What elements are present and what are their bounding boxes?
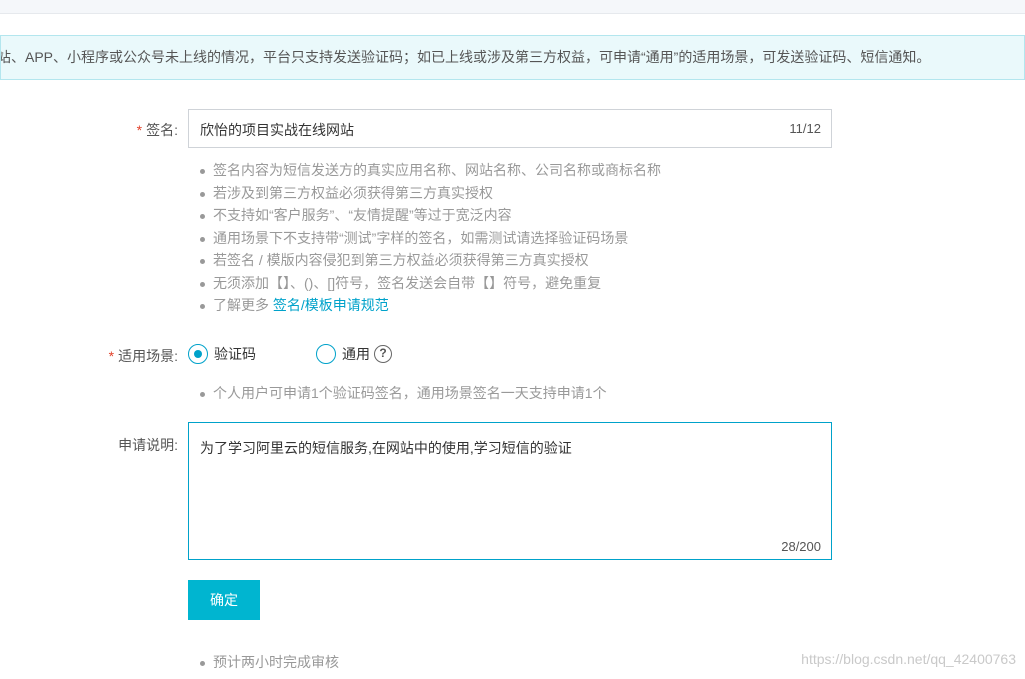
description-label-wrap: 申请说明:: [118, 435, 178, 455]
csdn-watermark: https://blog.csdn.net/qq_42400763: [801, 651, 1016, 667]
more-prefix: 了解更多: [213, 297, 273, 313]
signature-char-counter: 11/12: [789, 121, 821, 136]
signature-input[interactable]: 欣怡的项目实战在线网站 11/12: [188, 109, 832, 148]
description-char-counter: 28/200: [781, 539, 821, 554]
confirm-button[interactable]: 确定: [188, 580, 260, 620]
scenario-label-wrap: * 适用场景:: [109, 346, 178, 366]
required-mark: *: [136, 122, 143, 138]
tip-item: 个人用户可申请1个验证码签名，通用场景签名一天支持申请1个: [200, 382, 607, 405]
tip-item: 通用场景下不支持带“测试”字样的签名，如需测试请选择验证码场景: [200, 227, 661, 250]
signature-input-value[interactable]: 欣怡的项目实战在线网站: [200, 120, 354, 140]
notice-text: 站、APP、小程序或公众号未上线的情况，平台只支持发送验证码；如已上线或涉及第三…: [0, 49, 931, 65]
scenario-tips-list: 个人用户可申请1个验证码签名，通用场景签名一天支持申请1个: [200, 382, 607, 405]
radio-selected-icon[interactable]: [188, 344, 208, 364]
info-notice-banner: 站、APP、小程序或公众号未上线的情况，平台只支持发送验证码；如已上线或涉及第三…: [0, 35, 1025, 80]
tip-item: 不支持如“客户服务”、“友情提醒”等过于宽泛内容: [200, 204, 661, 227]
required-mark: *: [108, 348, 115, 364]
scenario-label: 适用场景:: [118, 348, 178, 364]
tip-item: 若签名 / 模版内容侵犯到第三方权益必须获得第三方真实授权: [200, 249, 661, 272]
sms-signature-form-page: 站、APP、小程序或公众号未上线的情况，平台只支持发送验证码；如已上线或涉及第三…: [0, 0, 1025, 679]
signature-tips-list: 签名内容为短信发送方的真实应用名称、网站名称、公司名称或商标名称 若涉及到第三方…: [200, 159, 661, 317]
radio-label-verification-code: 验证码: [214, 346, 256, 362]
radio-unselected-icon[interactable]: [316, 344, 336, 364]
tip-item: 预计两小时完成审核: [200, 651, 339, 674]
signature-template-spec-link[interactable]: 签名/模板申请规范: [273, 297, 389, 313]
description-label: 申请说明:: [118, 437, 178, 453]
tip-item-more: 了解更多 签名/模板申请规范: [200, 294, 661, 317]
question-circle-icon[interactable]: ?: [374, 345, 392, 363]
radio-label-general: 通用: [342, 346, 370, 362]
tip-item: 无须添加【】、()、[]符号，签名发送会自带【】符号，避免重复: [200, 272, 661, 295]
top-strip: [0, 0, 1025, 14]
signature-label-wrap: * 签名:: [137, 120, 178, 140]
description-textarea-value[interactable]: 为了学习阿里云的短信服务,在网站中的使用,学习短信的验证: [200, 438, 572, 458]
tip-item: 若涉及到第三方权益必须获得第三方真实授权: [200, 182, 661, 205]
radio-verification-code[interactable]: 验证码: [188, 343, 256, 365]
footer-tips-list: 预计两小时完成审核: [200, 651, 339, 674]
tip-item: 签名内容为短信发送方的真实应用名称、网站名称、公司名称或商标名称: [200, 159, 661, 182]
radio-general[interactable]: 通用 ?: [316, 343, 392, 365]
description-textarea[interactable]: 为了学习阿里云的短信服务,在网站中的使用,学习短信的验证 28/200: [188, 422, 832, 560]
signature-label: 签名:: [146, 122, 178, 138]
